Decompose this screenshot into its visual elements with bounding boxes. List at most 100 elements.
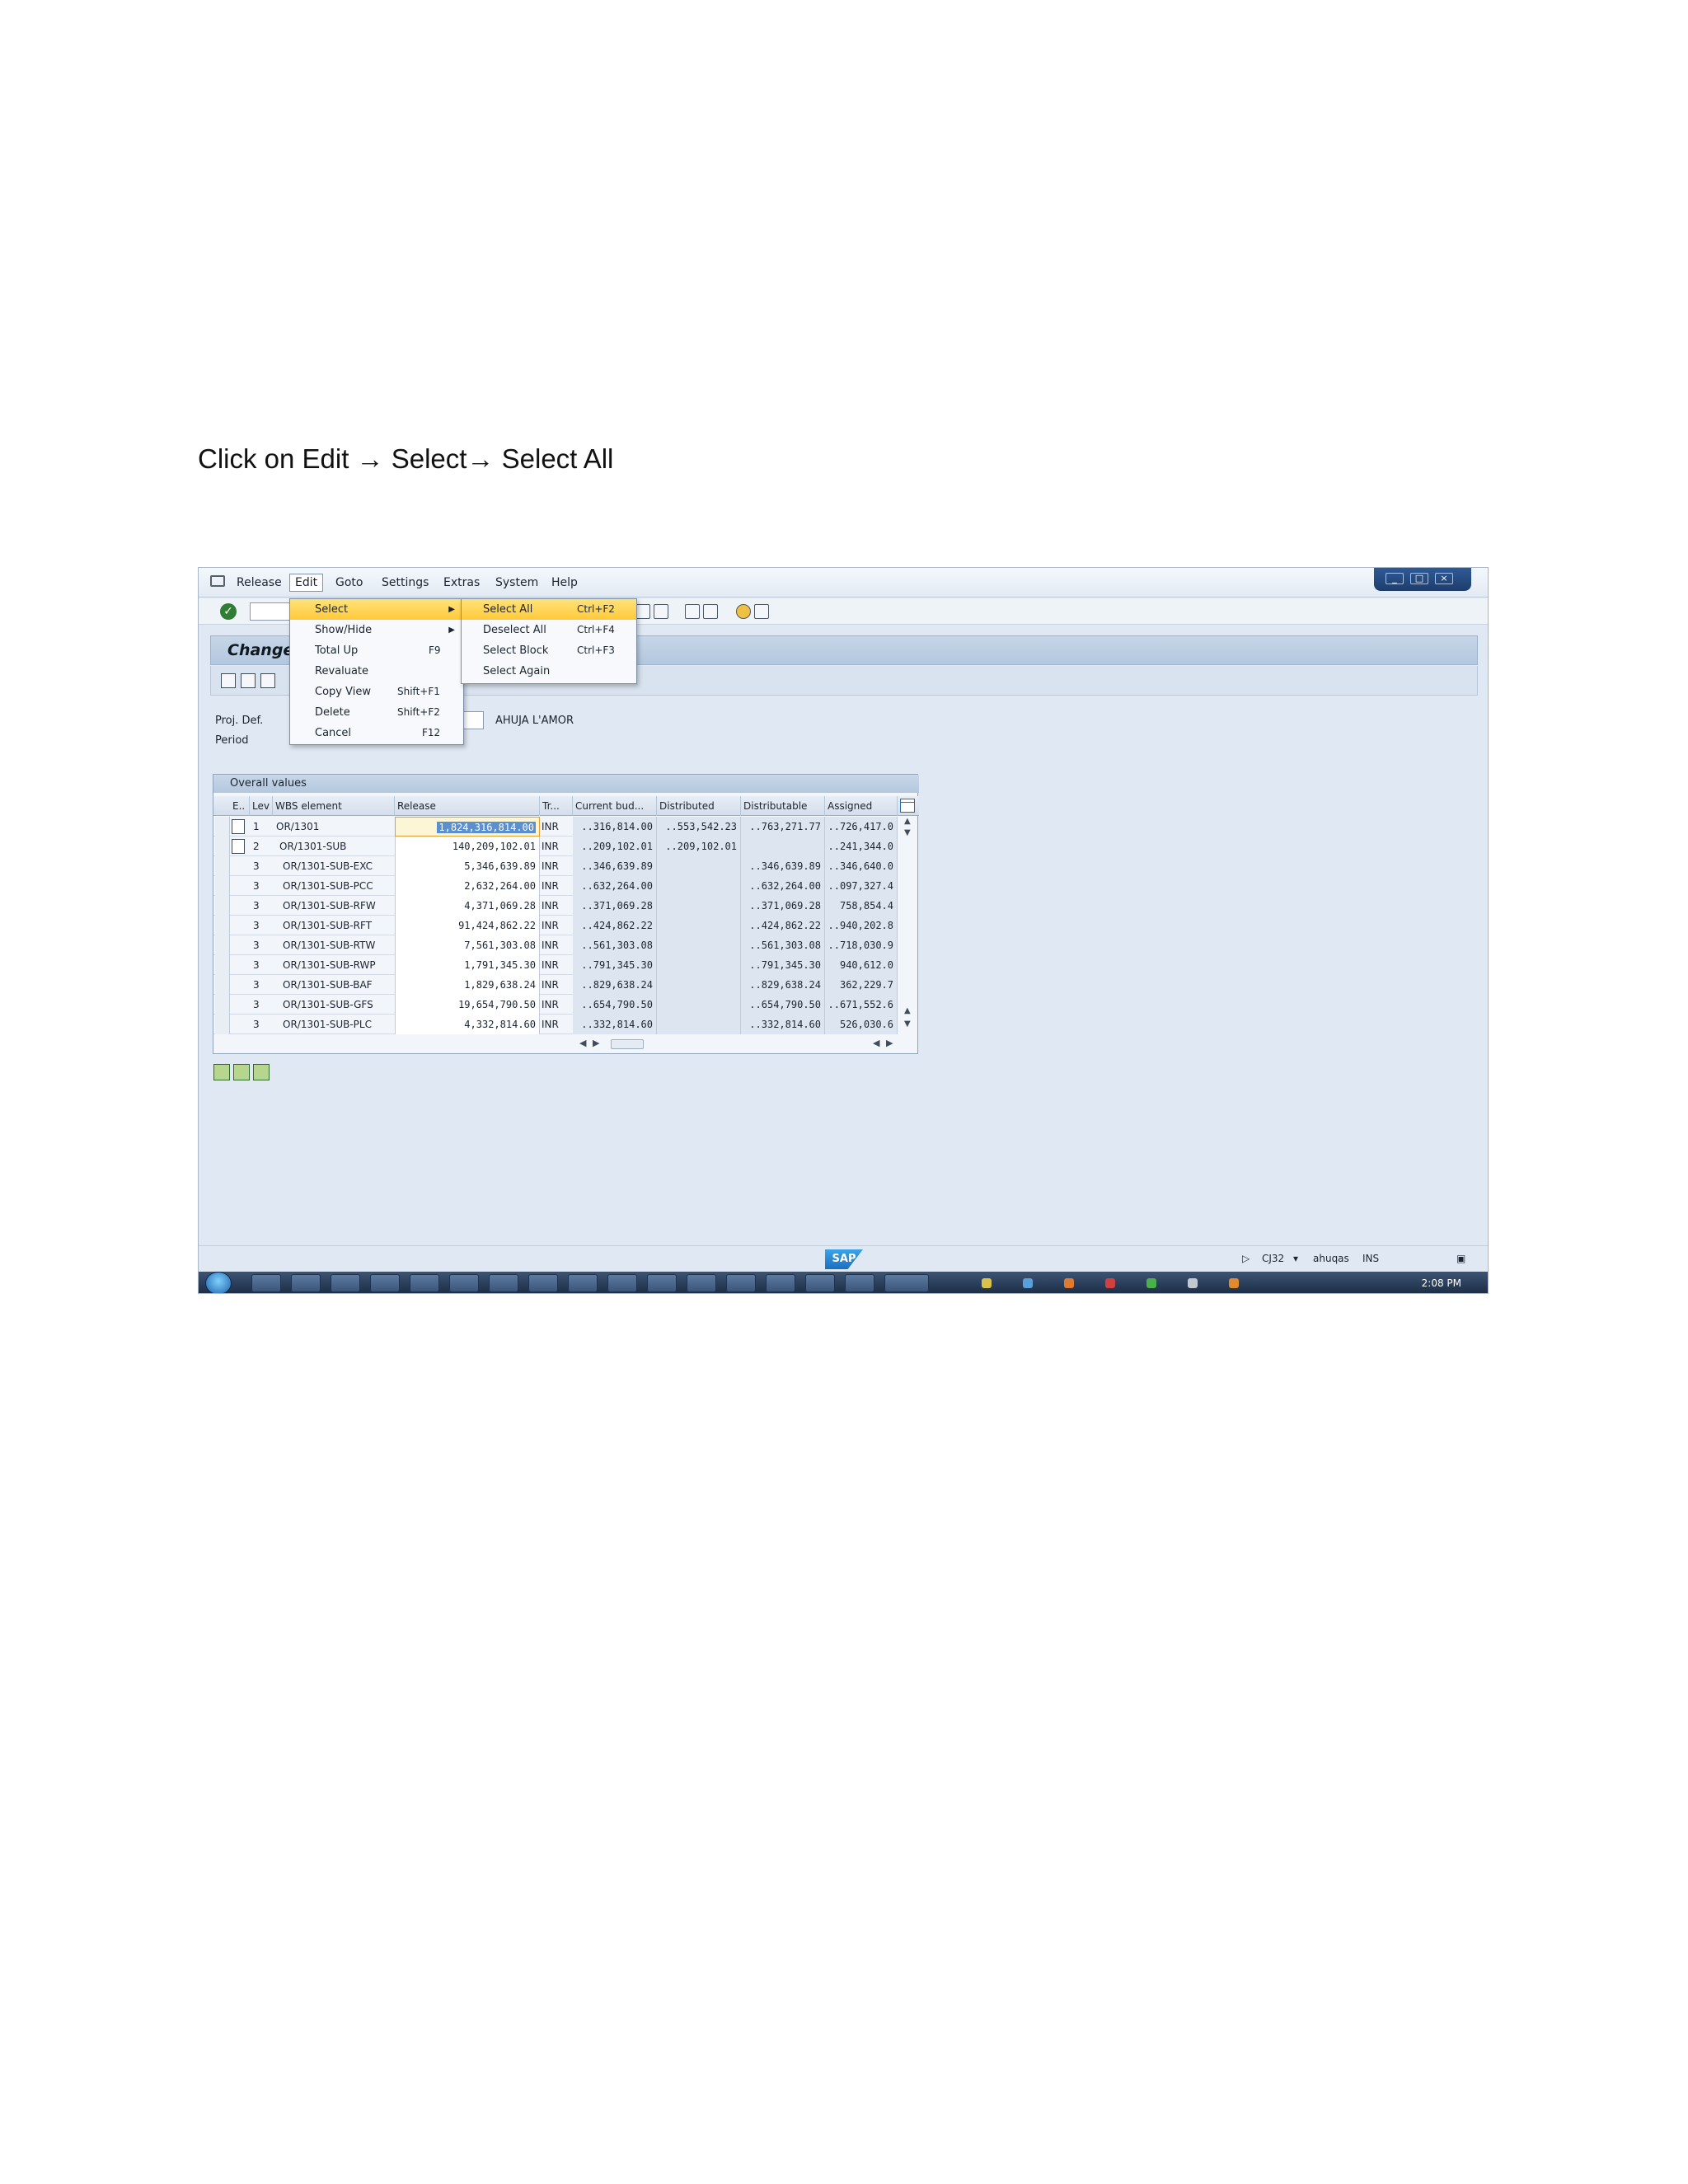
start-icon[interactable] xyxy=(205,1272,232,1293)
shortcut-icon[interactable] xyxy=(654,604,668,619)
row-selector[interactable] xyxy=(215,1015,230,1034)
envelope-icon[interactable] xyxy=(260,673,275,688)
edit-menu-copy-view[interactable]: Copy View Shift+F1 xyxy=(290,682,463,702)
lock-icon[interactable]: ▣ xyxy=(1456,1253,1465,1264)
collapse-icon[interactable] xyxy=(233,1064,250,1080)
edit-menu-show-hide[interactable]: Show/Hide ▶ xyxy=(290,620,463,640)
table-row[interactable]: 2 OR/1301-SUB 140,209,102.01 INR ..209,102.0… xyxy=(213,837,898,856)
explorer-icon[interactable] xyxy=(251,1274,281,1292)
horizontal-scrollbar[interactable]: ◀ ▶ ◀ ▶ xyxy=(213,1037,919,1052)
col-tr[interactable]: Tr... xyxy=(540,796,573,816)
cell-release[interactable]: 4,371,069.28 xyxy=(395,896,540,916)
signal-icon[interactable] xyxy=(884,1274,929,1292)
scroll-up-icon[interactable]: ▲ xyxy=(904,817,911,826)
help-icon[interactable] xyxy=(736,604,751,619)
scroll-right-icon[interactable]: ▶ xyxy=(593,1038,599,1048)
menu-system[interactable]: System xyxy=(495,576,538,589)
row-selector[interactable] xyxy=(215,975,230,995)
word-icon[interactable] xyxy=(726,1274,756,1292)
restore-icon[interactable]: □ xyxy=(1410,573,1428,584)
row-selector[interactable] xyxy=(215,916,230,935)
select-block-item[interactable]: Select Block Ctrl+F3 xyxy=(462,640,636,661)
scroll-right-icon[interactable]: ▶ xyxy=(886,1038,893,1048)
scroll-left-icon[interactable]: ◀ xyxy=(579,1038,586,1048)
table-row[interactable]: 3 OR/1301-SUB-BAF 1,829,638.24 INR ..829,638… xyxy=(213,975,898,995)
select-all-item[interactable]: Select All Ctrl+F2 xyxy=(462,599,636,620)
scroll-down-icon[interactable]: ▼ xyxy=(904,1019,911,1029)
tray-icon[interactable] xyxy=(1064,1278,1074,1288)
cell-release[interactable]: 4,332,814.60 xyxy=(395,1015,540,1034)
table-row[interactable]: 3 OR/1301-SUB-RFT 91,424,862.22 INR ..424,86… xyxy=(213,916,898,935)
row-selector[interactable] xyxy=(215,995,230,1015)
menu-extras[interactable]: Extras xyxy=(443,576,480,589)
menu-help[interactable]: Help xyxy=(551,576,578,589)
document-icon[interactable] xyxy=(232,819,245,834)
edit-pencil-icon[interactable] xyxy=(241,673,256,688)
cell-release[interactable]: 1,829,638.24 xyxy=(395,975,540,995)
col-current-budget[interactable]: Current bud... xyxy=(573,796,657,816)
table-row[interactable]: 3 OR/1301-SUB-RFW 4,371,069.28 INR ..371,069… xyxy=(213,896,898,916)
col-lev[interactable]: Lev xyxy=(250,796,273,816)
scroll-up-icon[interactable]: ▲ xyxy=(904,1006,911,1015)
close-icon[interactable]: × xyxy=(1435,573,1453,584)
scroll-thumb[interactable] xyxy=(611,1039,644,1049)
media-player-icon[interactable] xyxy=(291,1274,321,1292)
table-row[interactable]: 3 OR/1301-SUB-PLC 4,332,814.60 INR ..332,814… xyxy=(213,1015,898,1034)
cell-release[interactable]: 2,632,264.00 xyxy=(395,876,540,896)
enter-icon[interactable]: ✓ xyxy=(220,603,237,620)
firefox-icon[interactable] xyxy=(331,1274,360,1292)
tray-icon[interactable] xyxy=(1105,1278,1115,1288)
tray-icon[interactable] xyxy=(982,1278,992,1288)
table-row[interactable]: 3 OR/1301-SUB-RWP 1,791,345.30 INR ..791,345… xyxy=(213,955,898,975)
vertical-scrollbar[interactable]: ▲ ▼ ▲ ▼ xyxy=(903,817,916,1034)
cell-release[interactable]: 140,209,102.01 xyxy=(395,837,540,856)
row-selector[interactable] xyxy=(215,817,230,837)
sap-icon[interactable] xyxy=(845,1274,874,1292)
row-selector[interactable] xyxy=(215,837,230,856)
row-selector[interactable] xyxy=(215,856,230,876)
deselect-all-item[interactable]: Deselect All Ctrl+F4 xyxy=(462,620,636,640)
col-e[interactable]: E.. xyxy=(230,796,250,816)
row-selector[interactable] xyxy=(215,955,230,975)
menu-edit[interactable]: Edit xyxy=(289,574,324,592)
status-expand-icon[interactable]: ▷ xyxy=(1242,1253,1250,1264)
acrobat-icon[interactable] xyxy=(687,1274,716,1292)
col-release[interactable]: Release xyxy=(395,796,540,816)
layout-icon[interactable] xyxy=(685,604,700,619)
edit-menu-total-up[interactable]: Total Up F9 xyxy=(290,640,463,661)
volume-icon[interactable] xyxy=(1229,1278,1239,1288)
tray-icon[interactable] xyxy=(1023,1278,1033,1288)
cell-release[interactable]: 91,424,862.22 xyxy=(395,916,540,935)
new-session-icon[interactable] xyxy=(635,604,650,619)
row-selector[interactable] xyxy=(215,896,230,916)
table-row[interactable]: 3 OR/1301-SUB-PCC 2,632,264.00 INR ..632,264… xyxy=(213,876,898,896)
row-selector[interactable] xyxy=(215,876,230,896)
row-selector[interactable] xyxy=(215,935,230,955)
edit-menu-cancel[interactable]: Cancel F12 xyxy=(290,723,463,743)
table-row[interactable]: 1 OR/1301 1,824,316,814.00 INR ..316,814.00.… xyxy=(213,817,898,837)
chrome-icon[interactable] xyxy=(489,1274,518,1292)
select-again-item[interactable]: Select Again xyxy=(462,661,636,682)
cell-release[interactable]: 19,654,790.50 xyxy=(395,995,540,1015)
customize-icon[interactable] xyxy=(703,604,718,619)
column-settings-icon[interactable] xyxy=(900,799,915,813)
app-icon[interactable] xyxy=(370,1274,400,1292)
app-icon[interactable] xyxy=(647,1274,677,1292)
table-row[interactable]: 3 OR/1301-SUB-GFS 19,654,790.50 INR ..654,79… xyxy=(213,995,898,1015)
edit-menu-select[interactable]: Select ▶ xyxy=(290,599,463,620)
glasses-icon[interactable] xyxy=(221,673,236,688)
table-row[interactable]: 3 OR/1301-SUB-EXC 5,346,639.89 INR ..346,639… xyxy=(213,856,898,876)
menu-release[interactable]: Release xyxy=(237,576,282,589)
minimize-icon[interactable]: _ xyxy=(1386,573,1404,584)
options-icon[interactable] xyxy=(754,604,769,619)
tray-icon[interactable] xyxy=(1146,1278,1156,1288)
app-icon[interactable] xyxy=(410,1274,439,1292)
app-icon[interactable] xyxy=(568,1274,598,1292)
expand-icon[interactable] xyxy=(213,1064,230,1080)
details-icon[interactable] xyxy=(253,1064,270,1080)
col-assigned[interactable]: Assigned xyxy=(825,796,898,816)
cell-release[interactable]: 5,346,639.89 xyxy=(395,856,540,876)
menu-settings[interactable]: Settings xyxy=(382,576,429,589)
edit-menu-delete[interactable]: Delete Shift+F2 xyxy=(290,702,463,723)
app-icon[interactable] xyxy=(607,1274,637,1292)
